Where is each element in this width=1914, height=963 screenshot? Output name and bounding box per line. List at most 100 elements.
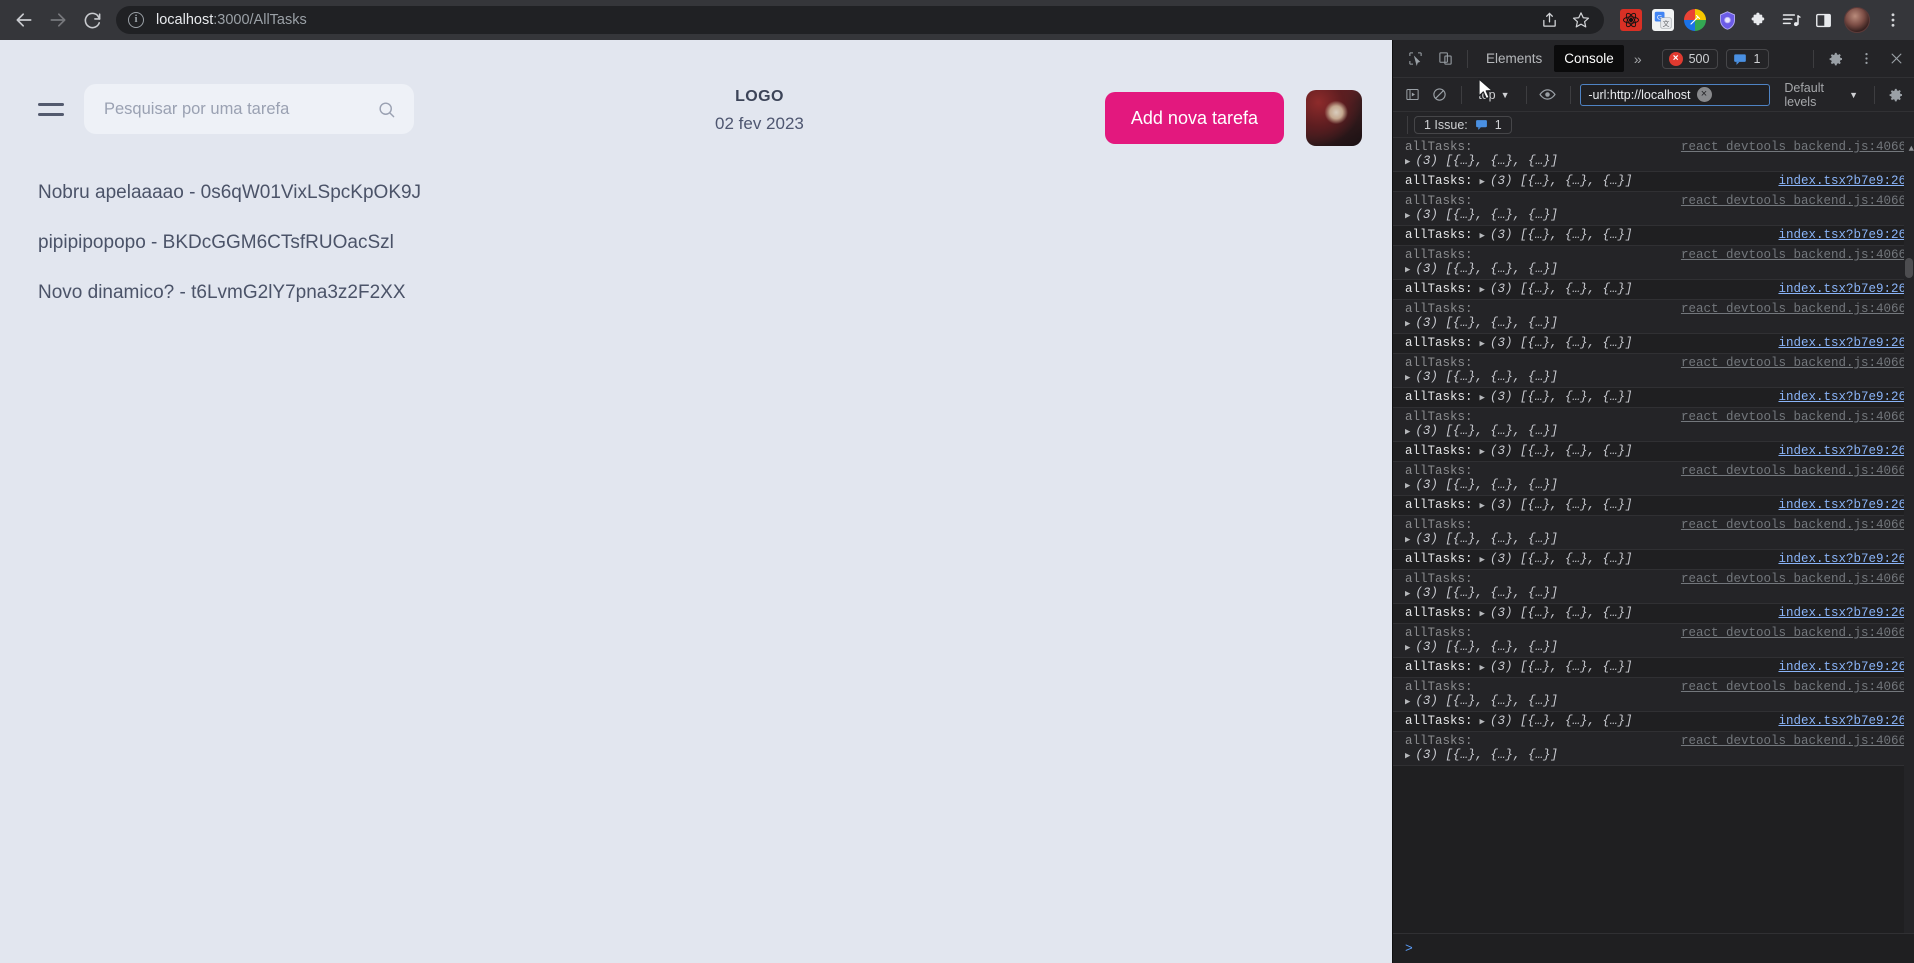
console-log-row[interactable]: allTasks: react_devtools_backend.js:4066 ▶… [1393, 516, 1914, 550]
expand-arrow-icon[interactable]: ▶ [1480, 231, 1485, 241]
console-log-row[interactable]: allTasks: react_devtools_backend.js:4066 ▶… [1393, 300, 1914, 334]
console-log-row[interactable]: allTasks: ▶ (3) [{…}, {…}, {…}] index.tsx?b… [1393, 388, 1914, 408]
console-log-source-link[interactable]: react_devtools_backend.js:4066 [1667, 356, 1906, 370]
expand-arrow-icon[interactable]: ▶ [1405, 697, 1410, 707]
react-devtools-extension-icon[interactable] [1620, 9, 1642, 31]
expand-arrow-icon[interactable]: ▶ [1480, 177, 1485, 187]
share-icon[interactable] [1541, 12, 1558, 29]
star-icon[interactable] [1572, 11, 1590, 29]
console-log-source-link[interactable]: index.tsx?b7e9:26 [1764, 174, 1906, 188]
console-log-source-link[interactable]: react_devtools_backend.js:4066 [1667, 734, 1906, 748]
console-log-source-link[interactable]: index.tsx?b7e9:26 [1764, 552, 1906, 566]
console-log-source-link[interactable]: index.tsx?b7e9:26 [1764, 228, 1906, 242]
expand-arrow-icon[interactable]: ▶ [1480, 501, 1485, 511]
log-levels-select[interactable]: Default levels ▼ [1778, 81, 1864, 109]
scrollbar-thumb[interactable] [1905, 258, 1913, 278]
inspect-element-icon[interactable] [1401, 46, 1429, 72]
expand-arrow-icon[interactable]: ▶ [1480, 555, 1485, 565]
expand-arrow-icon[interactable]: ▶ [1405, 643, 1410, 653]
console-log-source-link[interactable]: react_devtools_backend.js:4066 [1667, 518, 1906, 532]
expand-arrow-icon[interactable]: ▶ [1405, 481, 1410, 491]
console-log-row[interactable]: allTasks: ▶ (3) [{…}, {…}, {…}] index.tsx?b… [1393, 496, 1914, 516]
expand-arrow-icon[interactable]: ▶ [1405, 427, 1410, 437]
issues-badge[interactable]: 1 Issue: 1 [1414, 115, 1512, 134]
console-log-row[interactable]: allTasks: ▶ (3) [{…}, {…}, {…}] index.tsx?b… [1393, 712, 1914, 732]
console-log-area[interactable]: allTasks: react_devtools_backend.js:4066 ▶… [1393, 138, 1914, 933]
message-count-badge[interactable]: 1 [1726, 48, 1770, 69]
sidebar-toggle-icon[interactable] [1812, 9, 1834, 31]
expand-arrow-icon[interactable]: ▶ [1480, 393, 1485, 403]
console-log-row[interactable]: allTasks: react_devtools_backend.js:4066 ▶… [1393, 192, 1914, 226]
user-avatar[interactable] [1306, 90, 1362, 146]
tab-console[interactable]: Console [1554, 45, 1624, 72]
console-log-row[interactable]: allTasks: react_devtools_backend.js:4066 ▶… [1393, 462, 1914, 496]
devtools-kebab-icon[interactable] [1852, 46, 1880, 72]
more-tabs-chevron-icon[interactable]: » [1626, 51, 1650, 67]
expand-arrow-icon[interactable]: ▶ [1480, 285, 1485, 295]
expand-arrow-icon[interactable]: ▶ [1405, 211, 1410, 221]
console-log-source-link[interactable]: react_devtools_backend.js:4066 [1667, 626, 1906, 640]
expand-arrow-icon[interactable]: ▶ [1480, 609, 1485, 619]
expand-arrow-icon[interactable]: ▶ [1405, 373, 1410, 383]
device-toolbar-icon[interactable] [1431, 46, 1459, 72]
console-log-source-link[interactable]: react_devtools_backend.js:4066 [1667, 194, 1906, 208]
console-sidebar-icon[interactable] [1401, 82, 1424, 108]
console-log-row[interactable]: allTasks: react_devtools_backend.js:4066 ▶… [1393, 138, 1914, 172]
console-log-row[interactable]: allTasks: react_devtools_backend.js:4066 ▶… [1393, 732, 1914, 766]
shield-extension-icon[interactable] [1716, 9, 1738, 31]
search-input[interactable] [104, 99, 377, 119]
gear-icon[interactable] [1822, 46, 1850, 72]
task-list-item[interactable]: Novo dinamico? - t6LvmG2lY7pna3z2F2XX [38, 268, 1392, 318]
console-log-source-link[interactable]: react_devtools_backend.js:4066 [1667, 572, 1906, 586]
console-log-row[interactable]: allTasks: ▶ (3) [{…}, {…}, {…}] index.tsx?b… [1393, 334, 1914, 354]
execution-context-select[interactable]: top ▼ [1472, 88, 1515, 102]
console-log-row[interactable]: allTasks: ▶ (3) [{…}, {…}, {…}] index.tsx?b… [1393, 280, 1914, 300]
clear-console-icon[interactable] [1428, 82, 1451, 108]
console-log-source-link[interactable]: react_devtools_backend.js:4066 [1667, 464, 1906, 478]
console-log-row[interactable]: allTasks: react_devtools_backend.js:4066 ▶… [1393, 246, 1914, 280]
console-log-row[interactable]: allTasks: ▶ (3) [{…}, {…}, {…}] index.tsx?b… [1393, 226, 1914, 246]
expand-arrow-icon[interactable]: ▶ [1405, 319, 1410, 329]
console-log-source-link[interactable]: index.tsx?b7e9:26 [1764, 336, 1906, 350]
scroll-up-icon[interactable]: ▲ [1909, 144, 1914, 154]
clear-filter-icon[interactable]: × [1696, 87, 1712, 102]
expand-arrow-icon[interactable]: ▶ [1480, 447, 1485, 457]
search-bar[interactable] [84, 84, 414, 134]
console-log-row[interactable]: allTasks: ▶ (3) [{…}, {…}, {…}] index.tsx?b… [1393, 658, 1914, 678]
live-expression-eye-icon[interactable] [1536, 82, 1559, 108]
google-translate-extension-icon[interactable]: G文 [1652, 9, 1674, 31]
console-log-source-link[interactable]: react_devtools_backend.js:4066 [1667, 248, 1906, 262]
console-log-source-link[interactable]: index.tsx?b7e9:26 [1764, 498, 1906, 512]
site-info-icon[interactable]: i [128, 12, 144, 28]
chrome-menu-kebab-icon[interactable] [1880, 11, 1906, 29]
playlist-extension-icon[interactable] [1780, 9, 1802, 31]
task-list-item[interactable]: pipipipopopo - BKDcGGM6CTsfRUOacSzl [38, 218, 1392, 268]
address-bar[interactable]: i localhost:3000/AllTasks [116, 6, 1604, 34]
close-icon[interactable] [1882, 46, 1910, 72]
console-log-row[interactable]: allTasks: ▶ (3) [{…}, {…}, {…}] index.tsx?b… [1393, 604, 1914, 624]
expand-arrow-icon[interactable]: ▶ [1480, 717, 1485, 727]
add-task-button[interactable]: Add nova tarefa [1104, 92, 1284, 144]
expand-arrow-icon[interactable]: ▶ [1405, 535, 1410, 545]
console-log-source-link[interactable]: index.tsx?b7e9:26 [1764, 444, 1906, 458]
tab-elements[interactable]: Elements [1476, 45, 1552, 72]
console-log-source-link[interactable]: index.tsx?b7e9:26 [1764, 390, 1906, 404]
reload-icon[interactable] [76, 4, 108, 36]
color-picker-extension-icon[interactable] [1684, 9, 1706, 31]
task-list-item[interactable]: Nobru apelaaaao - 0s6qW01VixLSpcKpOK9J [38, 168, 1392, 218]
expand-arrow-icon[interactable]: ▶ [1405, 157, 1410, 167]
console-log-source-link[interactable]: index.tsx?b7e9:26 [1764, 660, 1906, 674]
console-scrollbar[interactable]: ▲ [1904, 138, 1914, 933]
console-log-source-link[interactable]: react_devtools_backend.js:4066 [1667, 410, 1906, 424]
console-log-row[interactable]: allTasks: react_devtools_backend.js:4066 ▶… [1393, 354, 1914, 388]
console-log-row[interactable]: allTasks: ▶ (3) [{…}, {…}, {…}] index.tsx?b… [1393, 550, 1914, 570]
error-count-badge[interactable]: × 500 [1661, 48, 1719, 69]
console-log-row[interactable]: allTasks: react_devtools_backend.js:4066 ▶… [1393, 678, 1914, 712]
console-settings-gear-icon[interactable] [1885, 82, 1908, 108]
expand-arrow-icon[interactable]: ▶ [1480, 663, 1485, 673]
profile-avatar[interactable] [1844, 7, 1870, 33]
console-log-row[interactable]: allTasks: react_devtools_backend.js:4066 ▶… [1393, 408, 1914, 442]
console-log-source-link[interactable]: index.tsx?b7e9:26 [1764, 606, 1906, 620]
console-log-row[interactable]: allTasks: ▶ (3) [{…}, {…}, {…}] index.tsx?b… [1393, 172, 1914, 192]
expand-arrow-icon[interactable]: ▶ [1405, 751, 1410, 761]
